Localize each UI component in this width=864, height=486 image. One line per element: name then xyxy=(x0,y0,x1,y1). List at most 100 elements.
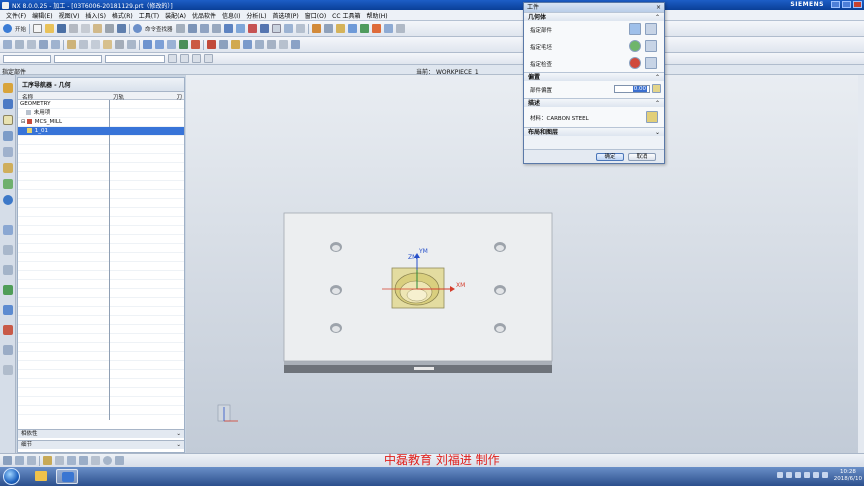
manufacturing-wizard-icon[interactable] xyxy=(3,285,13,295)
geometry-view-icon[interactable] xyxy=(39,40,48,49)
menu-tools[interactable]: 工具(T) xyxy=(139,11,159,20)
section-offset[interactable]: 偏置 ⌃ xyxy=(524,72,664,81)
tree-node-workpiece[interactable]: 1_01 xyxy=(18,127,184,135)
menu-assembly[interactable]: 装配(A) xyxy=(165,11,186,20)
rotate-icon[interactable] xyxy=(187,24,197,33)
palette-icon[interactable] xyxy=(3,345,13,355)
new-file-icon[interactable] xyxy=(33,24,43,33)
delete-icon[interactable] xyxy=(105,24,115,33)
machine-navigator-icon[interactable] xyxy=(3,131,13,141)
measure-icon[interactable] xyxy=(79,456,88,465)
tree-node-unused[interactable]: 未用项 xyxy=(18,109,184,117)
copy-icon[interactable] xyxy=(81,24,91,33)
create-geometry-icon[interactable] xyxy=(335,24,345,33)
display-part-button[interactable] xyxy=(645,23,657,35)
tray-icon[interactable] xyxy=(804,472,810,478)
selection-mode-combo[interactable] xyxy=(105,54,165,63)
menu-format[interactable]: 格式(R) xyxy=(112,11,133,20)
sketch-icon[interactable] xyxy=(91,456,100,465)
generate-path-icon[interactable] xyxy=(359,24,369,33)
method-view-icon[interactable] xyxy=(51,40,60,49)
plane-icon[interactable] xyxy=(67,456,76,465)
assembly-navigator-icon[interactable] xyxy=(3,83,13,93)
create-method-icon[interactable] xyxy=(347,24,357,33)
verify-path-icon[interactable] xyxy=(371,24,381,33)
tray-icon[interactable] xyxy=(786,472,792,478)
close-window-button[interactable] xyxy=(853,1,862,8)
volume-icon[interactable] xyxy=(822,472,828,478)
menu-edit[interactable]: 编辑(E) xyxy=(32,11,52,20)
material-library-button[interactable] xyxy=(646,111,658,123)
dialog-title-bar[interactable]: 工件 × xyxy=(524,3,664,12)
history-icon[interactable] xyxy=(3,225,13,235)
orient-view-icon[interactable] xyxy=(235,24,245,33)
menu-help[interactable]: 帮助(H) xyxy=(366,11,387,20)
snap-icon[interactable] xyxy=(175,24,185,33)
non-cutting-icon[interactable] xyxy=(255,40,264,49)
taskbar-app-explorer[interactable] xyxy=(30,469,52,484)
tool-view-icon[interactable] xyxy=(27,40,36,49)
close-icon[interactable]: × xyxy=(656,3,661,12)
rename-op-icon[interactable] xyxy=(127,40,136,49)
start-button[interactable]: 开始 xyxy=(15,25,26,33)
snap-point-icon[interactable] xyxy=(168,54,177,63)
minimize-button[interactable] xyxy=(831,1,840,8)
hd3d-tools-icon[interactable] xyxy=(3,179,13,189)
operation-navigator-icon[interactable] xyxy=(3,115,13,125)
snap-end-icon[interactable] xyxy=(180,54,189,63)
details-panel-header[interactable]: 细节 ⌄ xyxy=(18,440,184,449)
tray-icon[interactable] xyxy=(813,472,819,478)
snap-mid-icon[interactable] xyxy=(192,54,201,63)
machine-control-icon[interactable] xyxy=(267,40,276,49)
tool-path-icon[interactable] xyxy=(231,40,240,49)
search-icon[interactable] xyxy=(103,456,112,465)
roles-icon[interactable] xyxy=(3,305,13,315)
snap-center-icon[interactable] xyxy=(204,54,213,63)
taskbar-app-nx[interactable] xyxy=(56,469,78,484)
menu-window[interactable]: 窗口(O) xyxy=(305,11,326,20)
transform-icon[interactable] xyxy=(279,40,288,49)
chevron-down-icon[interactable]: ⌄ xyxy=(176,430,181,439)
section-geometry-body[interactable]: 几何体 ⌃ xyxy=(524,12,664,21)
section-layout-layer[interactable]: 布局和图层 ⌄ xyxy=(524,127,664,136)
layer-icon[interactable] xyxy=(295,24,305,33)
feed-speed-icon[interactable] xyxy=(219,40,228,49)
replay-path-icon[interactable] xyxy=(155,40,164,49)
display-check-button[interactable] xyxy=(645,57,657,69)
render-style-icon[interactable] xyxy=(247,24,257,33)
simulate-icon[interactable] xyxy=(179,40,188,49)
cut-icon[interactable] xyxy=(69,24,79,33)
shaded-icon[interactable] xyxy=(259,24,269,33)
select-check-button[interactable] xyxy=(629,57,641,69)
menu-file[interactable]: 文件(F) xyxy=(6,11,26,20)
copy-op-icon[interactable] xyxy=(91,40,100,49)
display-path-icon[interactable] xyxy=(143,40,152,49)
tray-icon[interactable] xyxy=(795,472,801,478)
command-finder-button[interactable]: 命令查找器 xyxy=(145,25,173,33)
cut-op-icon[interactable] xyxy=(79,40,88,49)
tool-create-icon[interactable] xyxy=(3,456,12,465)
select-blank-button[interactable] xyxy=(629,40,641,52)
section-icon[interactable] xyxy=(283,24,293,33)
web-browser-icon[interactable] xyxy=(3,195,13,205)
chevron-down-icon[interactable]: ⌄ xyxy=(176,441,181,450)
feature-icon[interactable] xyxy=(43,456,52,465)
menu-cc-toolbox[interactable]: CC 工具箱 xyxy=(332,11,360,20)
start-orb-button[interactable] xyxy=(3,468,20,485)
chevron-down-icon[interactable]: ⌄ xyxy=(655,128,660,137)
graphics-scrollbar[interactable] xyxy=(858,75,864,453)
maximize-button[interactable] xyxy=(842,1,851,8)
delete-op-icon[interactable] xyxy=(115,40,124,49)
list-path-icon[interactable] xyxy=(167,40,176,49)
open-folder-icon[interactable] xyxy=(45,24,55,33)
tree-node-geometry[interactable]: GEOMETRY xyxy=(18,100,184,108)
process-studio-icon[interactable] xyxy=(3,265,13,275)
save-icon[interactable] xyxy=(57,24,67,33)
shop-doc-icon[interactable] xyxy=(395,24,405,33)
tree-node-mcs-mill[interactable]: ⊟ MCS_MILL xyxy=(18,118,184,126)
info-icon[interactable] xyxy=(291,40,300,49)
cut-levels-icon[interactable] xyxy=(243,40,252,49)
menu-analysis[interactable]: 分析(L) xyxy=(246,11,266,20)
pan-icon[interactable] xyxy=(199,24,209,33)
system-scene-icon[interactable] xyxy=(3,325,13,335)
